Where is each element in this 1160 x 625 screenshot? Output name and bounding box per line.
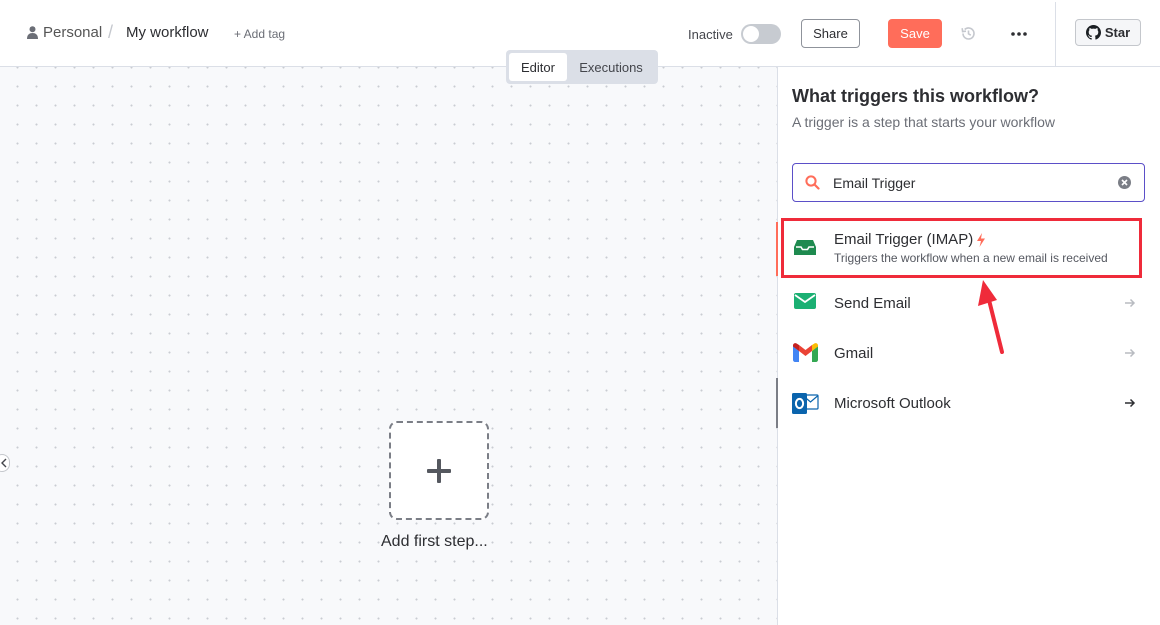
workflow-name[interactable]: My workflow [126, 24, 209, 41]
breadcrumb-separator: / [108, 22, 114, 42]
arrow-right-icon [1125, 398, 1136, 408]
result-item-email-trigger-imap[interactable] [781, 218, 1142, 278]
arrow-right-icon [1125, 298, 1136, 308]
envelope-icon [794, 293, 816, 309]
history-icon[interactable] [960, 25, 977, 42]
arrow-right-icon [1125, 348, 1136, 358]
plus-icon [427, 458, 451, 483]
share-button[interactable]: Share [801, 19, 860, 48]
person-icon [27, 26, 38, 39]
toggle-knob [743, 26, 759, 42]
active-toggle[interactable] [741, 24, 781, 44]
add-first-step-button[interactable] [389, 421, 489, 520]
add-tag-link[interactable]: + Add tag [234, 27, 285, 41]
github-star-button[interactable]: Star [1075, 19, 1141, 46]
github-icon [1085, 25, 1101, 40]
result-title-send-email: Send Email [834, 295, 911, 312]
more-options-icon[interactable] [1011, 32, 1027, 36]
annotation-arrow-icon [978, 280, 1004, 354]
workflow-status-label: Inactive [688, 27, 733, 42]
add-first-step-label: Add first step... [381, 533, 488, 550]
selected-indicator-bar [776, 222, 778, 276]
breadcrumb-owner[interactable]: Personal [27, 24, 102, 41]
panel-subtitle: A trigger is a step that starts your wor… [792, 114, 1055, 130]
save-button[interactable]: Save [888, 19, 942, 48]
tab-executions[interactable]: Executions [567, 53, 655, 81]
outlook-icon [792, 393, 819, 414]
chevron-left-icon [1, 458, 7, 468]
panel-title: What triggers this workflow? [792, 86, 1040, 106]
search-input[interactable] [833, 172, 1103, 194]
trigger-bolt-icon [977, 233, 985, 247]
result-title-email-trigger-imap: Email Trigger (IMAP) [834, 231, 974, 248]
email-inbox-icon [794, 240, 816, 255]
gmail-icon [793, 343, 818, 362]
search-icon [805, 175, 820, 190]
header-divider [1055, 2, 1056, 66]
star-label: Star [1104, 25, 1131, 40]
result-description-email-trigger-imap: Triggers the workflow when a new email i… [834, 251, 1108, 265]
tab-editor[interactable]: Editor [509, 53, 567, 81]
clear-search-icon[interactable] [1118, 176, 1131, 189]
result-title-gmail: Gmail [834, 345, 874, 362]
breadcrumb-owner-label: Personal [43, 24, 103, 41]
result-title-microsoft-outlook: Microsoft Outlook [834, 395, 951, 412]
mode-switch: Editor Executions [506, 50, 658, 84]
